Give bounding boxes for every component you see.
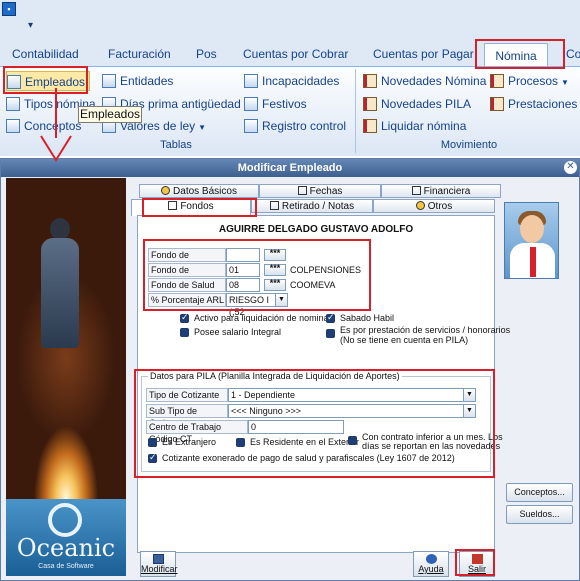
dialog-title: Modificar Empleado — [1, 159, 579, 177]
highlight-fondos-fields — [143, 239, 371, 311]
close-icon[interactable]: ✕ — [564, 161, 577, 174]
grid-icon — [6, 118, 20, 133]
tab-datos-basicos-label: Datos Básicos — [173, 186, 237, 197]
employee-avatar[interactable] — [504, 202, 559, 279]
info-icon — [161, 186, 171, 195]
activo-checkbox[interactable] — [180, 312, 189, 323]
tab-otros-label: Otros — [427, 201, 453, 212]
liquidar-nomina-button[interactable]: Liquidar nómina — [363, 116, 466, 136]
prestacion-servicios-checkbox[interactable] — [326, 329, 335, 338]
highlight-salir — [455, 549, 495, 576]
qat-dropdown-icon[interactable]: ▾ — [28, 20, 33, 31]
other-icon — [415, 201, 425, 210]
book-icon — [363, 96, 377, 111]
photo-head — [50, 218, 70, 240]
novedades-nomina-button[interactable]: Novedades Nómina — [363, 71, 486, 91]
tab-cuentas-pagar[interactable]: Cuentas por Pagar — [369, 42, 478, 66]
sabado-habil-checkbox[interactable] — [326, 312, 335, 323]
tab-datos-basicos[interactable]: Datos Básicos — [139, 184, 259, 198]
tab-financiera[interactable]: Financiera — [381, 184, 501, 198]
sueldos-button[interactable]: Sueldos... — [506, 505, 573, 524]
money-icon — [411, 186, 421, 195]
novedades-pila-button[interactable]: Novedades PILA — [363, 94, 471, 114]
photo-figure — [41, 238, 79, 348]
prestaciones-button[interactable]: Prestaciones — [490, 94, 577, 114]
quick-access-toolbar: ▪ ▾ — [0, 0, 580, 42]
app-logo-icon[interactable]: ▪ — [2, 2, 16, 16]
tab-fechas[interactable]: Fechas — [259, 184, 381, 198]
novedades-pila-label: Novedades PILA — [381, 97, 472, 111]
grid-icon — [244, 118, 258, 133]
procesos-button[interactable]: Procesos ▼ — [490, 71, 569, 91]
help-icon — [426, 554, 437, 564]
chevron-down-icon: ▼ — [198, 123, 207, 132]
brand-name: Oceanic — [16, 534, 116, 562]
tab-otros[interactable]: Otros — [373, 199, 495, 213]
tab-retirado-label: Retirado / Notas — [281, 201, 355, 212]
red-arrow-icon — [40, 88, 72, 162]
prestaciones-label: Prestaciones — [508, 97, 578, 111]
festivos-button[interactable]: Festivos — [244, 94, 307, 114]
procesos-label: Procesos — [508, 74, 559, 88]
ayuda-button[interactable]: Ayuda — [413, 551, 449, 577]
incapacidades-button[interactable]: Incapacidades — [244, 71, 339, 91]
activo-label: Activo para liquidación de nomina — [194, 313, 329, 323]
modificar-button[interactable]: Modificar — [140, 551, 178, 577]
tab-cuentas-cobrar[interactable]: Cuentas por Cobrar — [239, 42, 352, 66]
grid-icon — [6, 96, 20, 111]
highlight-nomina-tab — [475, 39, 565, 69]
salario-integral-checkbox[interactable] — [180, 328, 189, 337]
group-separator — [355, 69, 356, 153]
highlight-pila-group — [134, 369, 495, 478]
chevron-down-icon: ▼ — [561, 78, 569, 87]
avatar-tie — [530, 247, 536, 277]
grid-icon — [244, 96, 258, 111]
tab-financiera-label: Financiera — [423, 186, 471, 197]
save-icon — [153, 554, 164, 564]
brand-subtitle: Casa de Software — [38, 563, 94, 570]
modificar-label: Modificar — [141, 564, 178, 574]
book-icon — [363, 73, 377, 88]
calendar-icon — [297, 186, 307, 195]
incapacidades-label: Incapacidades — [262, 74, 340, 88]
grid-icon — [244, 73, 258, 88]
festivos-label: Festivos — [262, 97, 307, 111]
tab-contabilidad[interactable]: Contabilidad — [8, 42, 83, 66]
prestacion-servicios-note: (No se tiene en cuenta en PILA) — [340, 335, 469, 345]
novedades-nomina-label: Novedades Nómina — [381, 74, 487, 88]
tab-fechas-label: Fechas — [309, 186, 343, 197]
book-icon — [490, 73, 504, 88]
highlight-fondos-tab — [142, 198, 257, 217]
entidades-button[interactable]: Entidades — [102, 71, 173, 91]
ayuda-label: Ayuda — [418, 564, 444, 574]
oceanic-logo-icon — [48, 503, 82, 537]
screen: ▪ ▾ Contabilidad Facturación Pos Cuentas… — [0, 0, 580, 581]
book-icon — [363, 118, 377, 133]
group-label-movimiento: Movimiento — [440, 139, 498, 151]
tab-facturacion[interactable]: Facturación — [104, 42, 175, 66]
sabado-habil-label: Sabado Habil — [340, 313, 395, 323]
employee-name: AGUIRRE DELGADO GUSTAVO ADOLFO — [218, 224, 414, 235]
tab-retirado-notas[interactable]: Retirado / Notas — [251, 199, 373, 213]
notes-icon — [269, 201, 279, 210]
salario-integral-label: Posee salario Integral — [194, 327, 282, 337]
liquidar-nomina-label: Liquidar nómina — [381, 119, 467, 133]
prestacion-servicios-label: Es por prestación de servicios / honorar… — [340, 325, 511, 335]
entidades-label: Entidades — [120, 74, 174, 88]
conceptos-button[interactable]: Conceptos... — [506, 483, 573, 502]
registro-control-button[interactable]: Registro control — [244, 116, 346, 136]
book-icon — [490, 96, 504, 111]
registro-control-label: Registro control — [262, 119, 347, 133]
tab-pos[interactable]: Pos — [192, 42, 221, 66]
grid-icon — [102, 73, 116, 88]
avatar-head — [520, 215, 544, 243]
tooltip: Empleados — [78, 106, 142, 123]
